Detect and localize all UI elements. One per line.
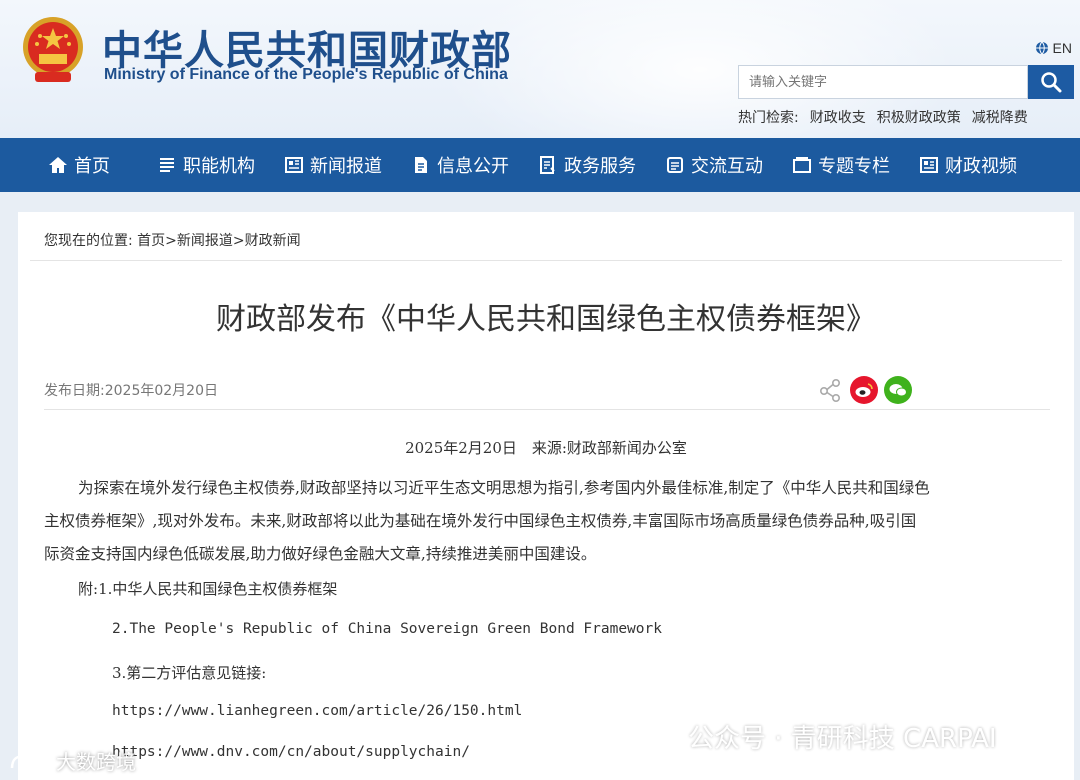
nav-item-home[interactable]: 首页 [48, 152, 110, 178]
hot-link-fiscal-revenue[interactable]: 财政收支 [810, 107, 866, 127]
nav-item-label: 政务服务 [564, 156, 636, 177]
national-emblem-icon[interactable] [20, 14, 86, 86]
chat-icon [667, 157, 683, 173]
hot-search: 热门检索: 财政收支 积极财政政策 减税降费 [738, 107, 1028, 127]
newspaper-icon [285, 157, 303, 173]
watermark-text: 公众号 · 青研科技 CARPAI [688, 724, 997, 754]
nav-item-topics[interactable]: 专题专栏 [792, 152, 890, 178]
hot-search-label: 热门检索: [738, 110, 799, 126]
watermark-source: 大数跨境 [8, 746, 136, 775]
search-box [738, 65, 1028, 99]
nav-item-label: 交流互动 [691, 156, 763, 177]
article-line: 为探索在境外发行绿色主权债券,财政部坚持以习近平生态文明思想为指引,参考国内外最… [78, 479, 930, 497]
service-icon [540, 156, 555, 174]
article-byline: 2025年2月20日 来源:财政部新闻办公室 [405, 439, 687, 457]
site-title-en[interactable]: Ministry of Finance of the People's Repu… [104, 66, 508, 84]
search-icon [1041, 72, 1062, 93]
divider [44, 409, 1050, 410]
nav-item-interaction[interactable]: 交流互动 [665, 152, 763, 178]
nav-item-label: 专题专栏 [818, 156, 890, 177]
nav-item-disclosure[interactable]: 信息公开 [411, 152, 509, 178]
publish-date: 发布日期:2025年02月20日 [44, 380, 218, 400]
article-card: 您现在的位置: 首页>新闻报道>财政新闻 财政部发布《中华人民共和国绿色主权债券… [18, 212, 1074, 780]
attachment-link-2[interactable]: 2.The People's Republic of China Soverei… [112, 621, 662, 637]
video-icon [920, 157, 938, 173]
attachment-item-3: 3.第二方评估意见链接: [112, 664, 267, 682]
list-icon [160, 158, 174, 172]
weibo-icon[interactable] [850, 376, 878, 404]
share-bar [816, 376, 912, 404]
nav-item-label: 新闻报道 [310, 156, 382, 177]
article-title: 财政部发布《中华人民共和国绿色主权债券框架》 [216, 302, 876, 337]
divider [30, 260, 1062, 261]
breadcrumb: 您现在的位置: 首页>新闻报道>财政新闻 [44, 230, 301, 250]
site-header: 中华人民共和国财政部 Ministry of Finance of the Pe… [0, 0, 1080, 138]
share-icon[interactable] [816, 376, 844, 404]
attachments-prefix: 附:1.中华人民共和国绿色主权债券框架 [78, 578, 337, 599]
wechat-watermark-icon [642, 723, 679, 750]
article-line: 主权债券框架》,现对外发布。未来,财政部将以此为基础在境外发行中国绿色主权债券,… [44, 512, 917, 530]
nav-item-news[interactable]: 新闻报道 [284, 152, 382, 178]
main-nav: 首页 职能机构 新闻报道 信息公开 政务服务 交流互动 专题专栏 财政视频 [0, 138, 1080, 192]
language-label: EN [1052, 40, 1072, 56]
external-link-lianhegreen[interactable]: https://www.lianhegreen.com/article/26/1… [112, 703, 522, 719]
brand-logo-icon [10, 752, 49, 768]
hot-link-tax-cuts[interactable]: 减税降费 [972, 107, 1028, 127]
document-icon [415, 157, 427, 173]
breadcrumb-prefix: 您现在的位置: [44, 233, 133, 249]
breadcrumb-path[interactable]: 首页>新闻报道>财政新闻 [137, 233, 300, 249]
watermark-source-text: 大数跨境 [56, 750, 136, 774]
language-switch[interactable]: EN [1035, 40, 1072, 56]
watermark-wechat-account: 公众号 · 青研科技 CARPAI [642, 718, 997, 755]
publish-date-label: 发布日期: [44, 383, 105, 399]
folder-icon [793, 157, 811, 173]
search-input[interactable] [739, 66, 1027, 98]
nav-item-label: 职能机构 [183, 156, 255, 177]
nav-item-label: 信息公开 [437, 156, 509, 177]
external-link-dnv[interactable]: https://www.dnv.com/cn/about/supplychain… [112, 744, 470, 760]
nav-item-videos[interactable]: 财政视频 [919, 152, 1017, 178]
attachments-label: 附: [78, 580, 99, 598]
nav-item-services[interactable]: 政务服务 [538, 152, 636, 178]
nav-item-label: 首页 [74, 156, 110, 177]
attachment-link-1[interactable]: 1.中华人民共和国绿色主权债券框架 [98, 580, 337, 598]
globe-icon [1035, 41, 1048, 55]
home-icon [49, 157, 67, 173]
publish-date-value: 2025年02月20日 [104, 383, 218, 399]
nav-item-functions[interactable]: 职能机构 [157, 152, 255, 178]
hot-link-fiscal-policy[interactable]: 积极财政政策 [877, 107, 961, 127]
wechat-icon[interactable] [884, 376, 912, 404]
nav-item-label: 财政视频 [945, 156, 1017, 177]
article-paragraph: 为探索在境外发行绿色主权债券,财政部坚持以习近平生态文明思想为指引,参考国内外最… [44, 472, 1054, 571]
search-button[interactable] [1028, 65, 1074, 99]
article-line: 际资金支持国内绿色低碳发展,助力做好绿色金融大文章,持续推进美丽中国建设。 [44, 545, 597, 563]
